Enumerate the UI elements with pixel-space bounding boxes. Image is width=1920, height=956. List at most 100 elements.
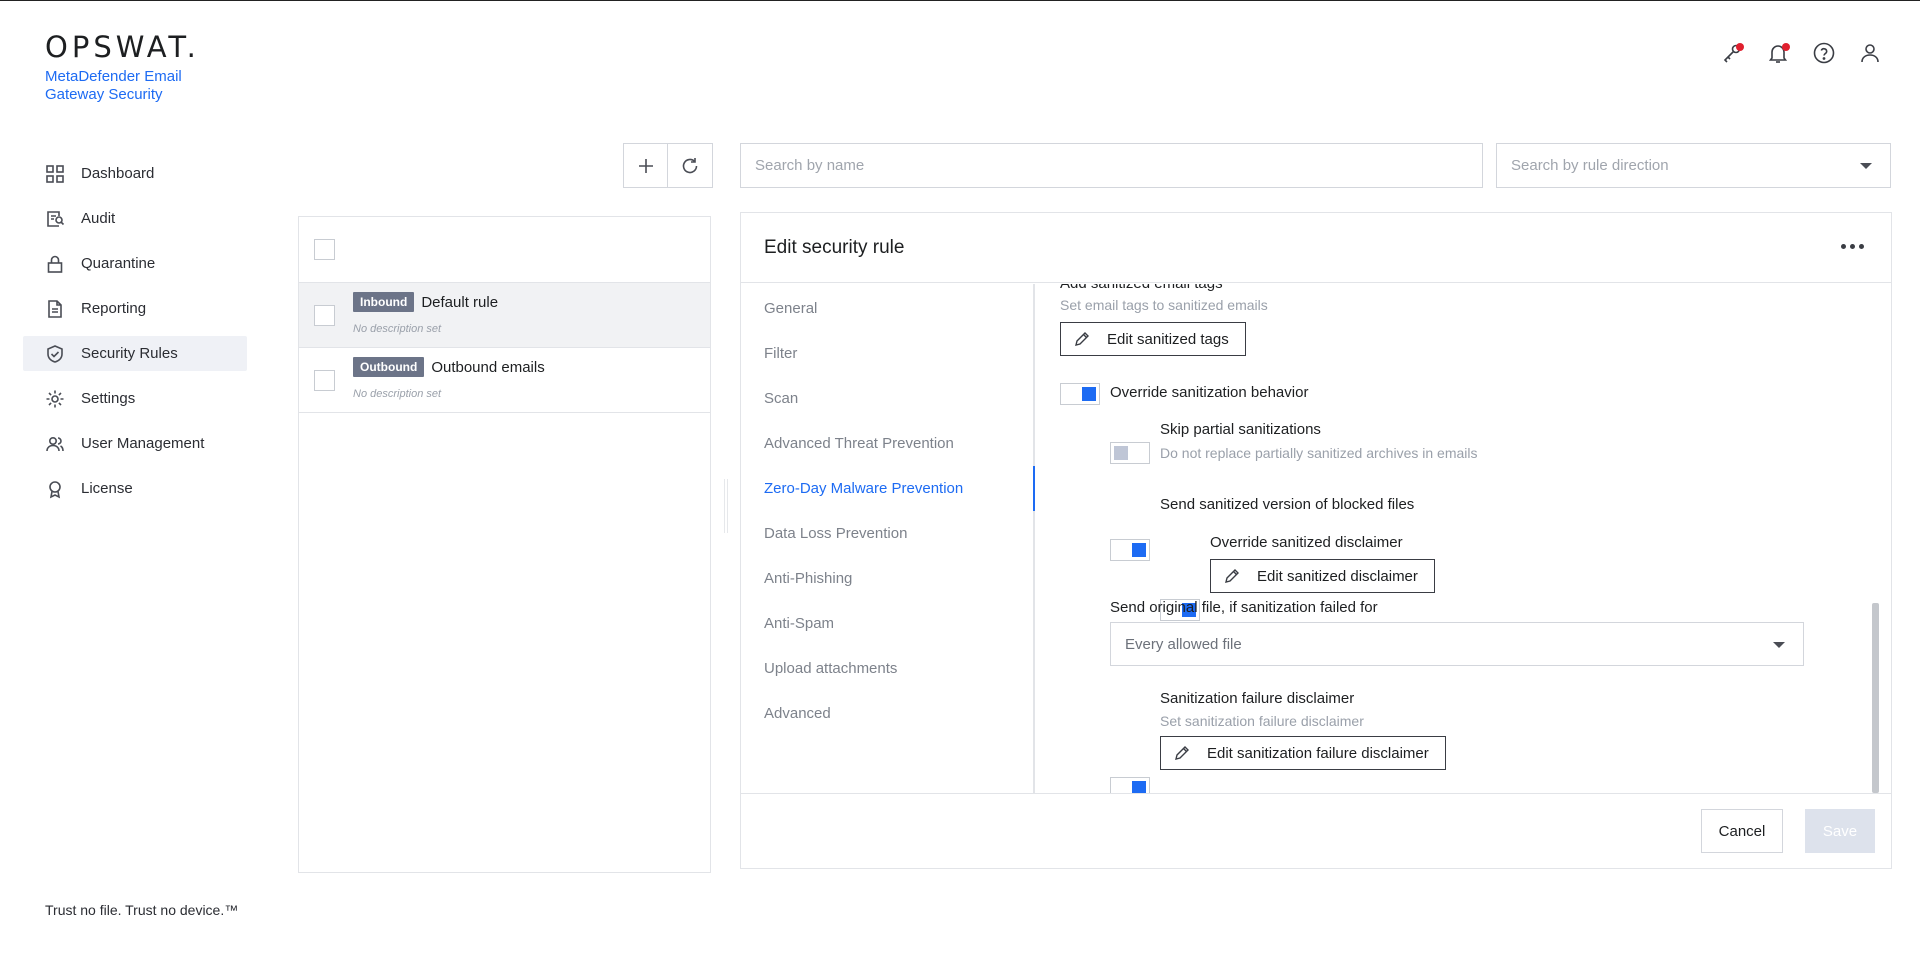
help-button[interactable] <box>1812 41 1836 65</box>
audit-icon <box>47 210 65 227</box>
edit-sanitized-disclaimer-button[interactable]: Edit sanitized disclaimer <box>1210 559 1435 593</box>
sidebar-item-audit[interactable]: Audit <box>23 201 247 236</box>
select-all-checkbox[interactable] <box>314 239 335 260</box>
rule-description: No description set <box>353 323 442 335</box>
tab-anti-phishing[interactable]: Anti-Phishing <box>741 556 1033 601</box>
send-original-label: Send original file, if sanitization fail… <box>1110 599 1378 616</box>
chevron-down-icon <box>1773 642 1785 648</box>
tab-scan[interactable]: Scan <box>741 376 1033 421</box>
rule-row-default[interactable]: Inbound Default rule No description set <box>299 283 710 348</box>
rule-row-outbound[interactable]: Outbound Outbound emails No description … <box>299 348 710 413</box>
tab-upload-attachments[interactable]: Upload attachments <box>741 646 1033 691</box>
editor-header: Edit security rule <box>741 213 1891 283</box>
failure-disclaimer-label: Sanitization failure disclaimer <box>1160 690 1355 707</box>
lock-icon <box>47 255 63 273</box>
tab-advanced[interactable]: Advanced <box>741 691 1033 736</box>
notifications-button[interactable] <box>1766 41 1790 65</box>
shield-check-icon <box>47 344 63 363</box>
refresh-icon <box>682 157 698 173</box>
sidebar-item-settings[interactable]: Settings <box>23 381 247 416</box>
save-button[interactable]: Save <box>1805 809 1875 853</box>
add-rule-button[interactable] <box>623 143 668 188</box>
toggle-knob <box>1132 781 1146 793</box>
scroll-thumb[interactable] <box>1872 603 1879 793</box>
sidebar-item-label: Quarantine <box>81 255 156 272</box>
sidebar-item-security-rules[interactable]: Security Rules <box>23 336 247 371</box>
row-checkbox[interactable] <box>314 370 335 391</box>
tagline: Trust no file. Trust no device.™ <box>45 902 239 918</box>
send-sanitized-toggle[interactable] <box>1110 539 1150 561</box>
tab-anti-spam[interactable]: Anti-Spam <box>741 601 1033 646</box>
failure-disclaimer-subtitle: Set sanitization failure disclaimer <box>1160 713 1364 729</box>
rule-direction-placeholder: Search by rule direction <box>1511 157 1669 174</box>
tab-data-loss-prevention[interactable]: Data Loss Prevention <box>741 511 1033 556</box>
skip-partial-label: Skip partial sanitizations <box>1160 421 1321 438</box>
more-options-button[interactable] <box>1841 244 1864 249</box>
user-menu-button[interactable] <box>1858 41 1882 65</box>
send-original-value: Every allowed file <box>1125 635 1242 653</box>
header-actions <box>1720 41 1882 65</box>
rule-direction-select[interactable]: Search by rule direction <box>1496 143 1891 188</box>
list-toolbar <box>623 143 713 188</box>
edit-failure-disclaimer-button[interactable]: Edit sanitization failure disclaimer <box>1160 736 1446 770</box>
direction-badge: Outbound <box>353 357 425 377</box>
sidebar-item-label: Dashboard <box>81 165 155 182</box>
sidebar-item-reporting[interactable]: Reporting <box>23 291 247 326</box>
brand-logo[interactable]: OPSWAT. MetaDefender Email Gateway Secur… <box>45 33 205 104</box>
rule-title: Inbound Default rule <box>353 292 498 312</box>
chevron-down-icon <box>1860 163 1872 169</box>
tab-advanced-threat-prevention[interactable]: Advanced Threat Prevention <box>741 421 1033 466</box>
sidebar-item-label: Settings <box>81 390 136 407</box>
toggle-knob <box>1082 387 1096 401</box>
editor-footer: Cancel Save <box>741 793 1891 868</box>
editor-title: Edit security rule <box>764 237 905 258</box>
override-disclaimer-label: Override sanitized disclaimer <box>1210 534 1403 551</box>
sidebar-item-dashboard[interactable]: Dashboard <box>23 156 247 191</box>
cancel-button[interactable]: Cancel <box>1701 809 1783 853</box>
refresh-button[interactable] <box>668 143 713 188</box>
direction-badge: Inbound <box>353 292 415 312</box>
button-label: Edit sanitized disclaimer <box>1257 567 1418 585</box>
sidebar-nav: Dashboard Audit Quarantine Reporting Sec… <box>23 156 247 516</box>
toggle-knob <box>1132 543 1146 557</box>
tab-zero-day-malware-prevention[interactable]: Zero-Day Malware Prevention <box>741 466 1035 511</box>
product-name: MetaDefender Email Gateway Security <box>45 68 182 103</box>
dashboard-icon <box>46 164 64 183</box>
button-label: Edit sanitization failure disclaimer <box>1207 744 1429 762</box>
key-button[interactable] <box>1720 41 1744 65</box>
content-scrollbar[interactable] <box>1872 285 1879 793</box>
tab-content: Add sanitized email tags Set email tags … <box>1037 284 1881 793</box>
row-checkbox[interactable] <box>314 305 335 326</box>
rule-list: Inbound Default rule No description set … <box>298 216 711 873</box>
tab-general[interactable]: General <box>741 286 1033 331</box>
tab-filter[interactable]: Filter <box>741 331 1033 376</box>
sidebar-item-label: User Management <box>81 435 205 452</box>
plus-icon <box>638 158 653 173</box>
pencil-icon <box>1075 332 1089 346</box>
notification-dot <box>1782 43 1790 51</box>
button-label: Edit sanitized tags <box>1107 330 1229 348</box>
send-original-select[interactable]: Every allowed file <box>1110 622 1804 666</box>
rule-name: Default rule <box>421 293 499 311</box>
sidebar-item-user-management[interactable]: User Management <box>23 426 247 461</box>
override-sanitization-label: Override sanitization behavior <box>1110 384 1309 401</box>
list-header <box>299 217 710 283</box>
sidebar-item-quarantine[interactable]: Quarantine <box>23 246 247 281</box>
app-page: OPSWAT. MetaDefender Email Gateway Secur… <box>0 0 1920 956</box>
edit-sanitized-tags-button[interactable]: Edit sanitized tags <box>1060 322 1246 356</box>
sidebar-item-label: Security Rules <box>81 345 178 362</box>
tags-section-subtitle: Set email tags to sanitized emails <box>1060 297 1268 313</box>
award-icon <box>49 480 61 498</box>
edit-rule-panel: Edit security rule General Filter Scan A… <box>740 212 1892 869</box>
failure-disclaimer-toggle[interactable] <box>1110 777 1150 793</box>
panel-resize-handle[interactable] <box>724 479 728 533</box>
override-sanitization-toggle[interactable] <box>1060 383 1100 405</box>
search-by-name-input[interactable] <box>740 143 1483 188</box>
sidebar-item-label: Audit <box>81 210 116 227</box>
dot-icon <box>1841 244 1846 249</box>
sidebar-item-license[interactable]: License <box>23 471 247 506</box>
dot-icon <box>1859 244 1864 249</box>
sidebar-item-label: Reporting <box>81 300 147 317</box>
skip-partial-toggle[interactable] <box>1110 442 1150 464</box>
toggle-knob <box>1114 446 1128 460</box>
